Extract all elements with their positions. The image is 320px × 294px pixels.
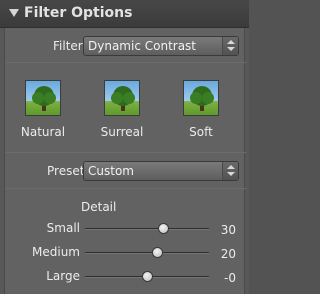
chevron-up-icon xyxy=(227,165,235,169)
slider-value-large: -0 xyxy=(224,271,236,285)
chevron-down-icon xyxy=(227,172,235,176)
tree-icon xyxy=(111,86,135,111)
filter-select-stepper[interactable] xyxy=(222,37,238,55)
preset-select[interactable]: Custom xyxy=(83,161,239,181)
slider-track-large[interactable] xyxy=(85,271,209,282)
preset-label: Preset xyxy=(47,164,85,178)
slider-track-medium[interactable] xyxy=(85,247,209,258)
divider xyxy=(5,152,246,153)
tree-icon xyxy=(190,86,214,111)
slider-handle-small[interactable] xyxy=(158,223,170,234)
preset-select-stepper[interactable] xyxy=(222,162,238,180)
filter-label-surreal: Surreal xyxy=(100,125,144,139)
slider-label-large: Large xyxy=(46,269,80,283)
chevron-up-icon xyxy=(227,40,235,44)
filter-select-value: Dynamic Contrast xyxy=(88,39,197,53)
preset-select-value: Custom xyxy=(88,164,134,178)
slider-handle-medium[interactable] xyxy=(151,247,163,258)
slider-handle-large[interactable] xyxy=(142,271,153,282)
panel-title: Filter Options xyxy=(24,5,133,21)
divider xyxy=(5,188,246,189)
collapse-triangle-icon[interactable] xyxy=(9,9,19,17)
slider-label-small: Small xyxy=(46,221,80,235)
divider xyxy=(5,62,246,63)
filter-select[interactable]: Dynamic Contrast xyxy=(83,36,239,56)
detail-heading: Detail xyxy=(81,200,117,214)
tree-icon xyxy=(32,86,56,111)
filter-label-soft: Soft xyxy=(189,125,213,139)
filter-thumb-surreal[interactable] xyxy=(104,80,140,116)
slider-value-small: 30 xyxy=(220,223,236,237)
filter-options-panel: Filter Options Filter Dynamic Contrast N… xyxy=(0,0,249,294)
filter-label-natural: Natural xyxy=(20,125,66,139)
filter-thumb-soft[interactable] xyxy=(183,80,219,116)
panel-body: Filter Dynamic Contrast Natural Surreal … xyxy=(4,28,246,294)
filter-label: Filter xyxy=(53,39,83,53)
chevron-down-icon xyxy=(227,47,235,51)
panel-header[interactable]: Filter Options xyxy=(0,0,249,28)
slider-track-small[interactable] xyxy=(85,223,209,234)
slider-value-medium: 20 xyxy=(220,247,236,261)
slider-label-medium: Medium xyxy=(32,245,80,259)
filter-thumb-natural[interactable] xyxy=(25,80,61,116)
